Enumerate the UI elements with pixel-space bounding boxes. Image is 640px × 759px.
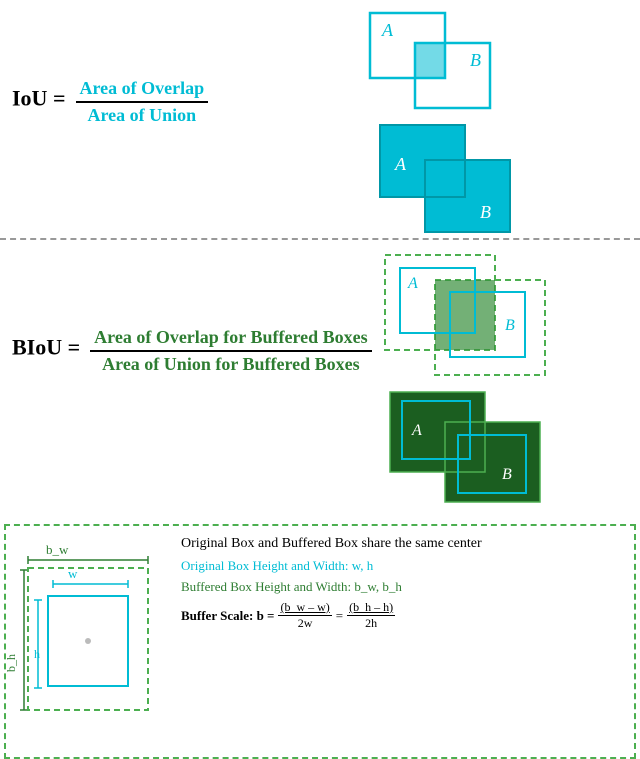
svg-text:A: A: [394, 154, 407, 174]
frac1-numerator: (b_w – w): [278, 600, 331, 616]
legend-diagram: b_w w b_h h: [18, 540, 173, 725]
iou-label: IoU =: [12, 86, 66, 111]
iou-section: IoU = Area of Overlap Area of Union A B: [0, 0, 640, 240]
svg-text:A: A: [411, 422, 422, 439]
biou-label: BIoU =: [12, 335, 80, 360]
buffer-scale-frac1: (b_w – w) 2w: [278, 600, 331, 631]
legend-item-original: Original Box Height and Width: w, h: [181, 558, 624, 574]
biou-overlap-svg: A B: [380, 250, 580, 380]
iou-overlap-diagram: A B: [360, 8, 520, 118]
buffer-scale-line: Buffer Scale: b = (b_w – w) 2w = (b_h – …: [181, 600, 624, 631]
iou-overlap-svg: A B: [360, 8, 520, 118]
buffer-scale-prefix: Buffer Scale: b =: [181, 608, 274, 624]
iou-denominator: Area of Union: [83, 103, 200, 126]
svg-text:A: A: [381, 20, 394, 40]
biou-overlap-diagram: A B: [380, 250, 580, 380]
iou-numerator: Area of Overlap: [76, 78, 209, 103]
legend-item-buffered: Buffered Box Height and Width: b_w, b_h: [181, 579, 624, 595]
biou-formula: BIoU = Area of Overlap for Buffered Boxe…: [12, 327, 372, 375]
svg-text:B: B: [502, 466, 512, 483]
svg-text:A: A: [407, 275, 418, 292]
svg-text:b_h: b_h: [4, 654, 18, 672]
svg-text:B: B: [470, 50, 481, 70]
frac2-denominator: 2h: [363, 616, 379, 631]
biou-fraction: Area of Overlap for Buffered Boxes Area …: [90, 327, 371, 375]
equals-sign: =: [336, 608, 343, 624]
iou-formula: IoU = Area of Overlap Area of Union: [12, 78, 208, 126]
svg-text:b_w: b_w: [46, 542, 69, 557]
legend-title: Original Box and Buffered Box share the …: [181, 536, 624, 552]
iou-union-svg: A B: [365, 120, 535, 235]
biou-section: BIoU = Area of Overlap for Buffered Boxe…: [0, 242, 640, 512]
legend-svg: b_w w b_h h: [18, 540, 173, 735]
svg-text:B: B: [480, 202, 491, 222]
iou-fraction: Area of Overlap Area of Union: [76, 78, 209, 126]
page: IoU = Area of Overlap Area of Union A B: [0, 0, 640, 755]
biou-denominator: Area of Union for Buffered Boxes: [98, 352, 363, 375]
svg-text:B: B: [505, 317, 515, 334]
buffer-scale-frac2: (b_h – h) 2h: [347, 600, 395, 631]
biou-numerator: Area of Overlap for Buffered Boxes: [90, 327, 371, 352]
legend-section: b_w w b_h h: [4, 524, 636, 759]
svg-text:h: h: [34, 647, 40, 661]
biou-union-diagram: A B: [380, 387, 575, 512]
legend-text: Original Box and Buffered Box share the …: [181, 536, 624, 631]
biou-union-svg: A B: [380, 387, 575, 512]
iou-union-diagram: A B: [365, 120, 535, 235]
frac1-denominator: 2w: [296, 616, 315, 631]
frac2-numerator: (b_h – h): [347, 600, 395, 616]
section-divider: [0, 238, 640, 240]
